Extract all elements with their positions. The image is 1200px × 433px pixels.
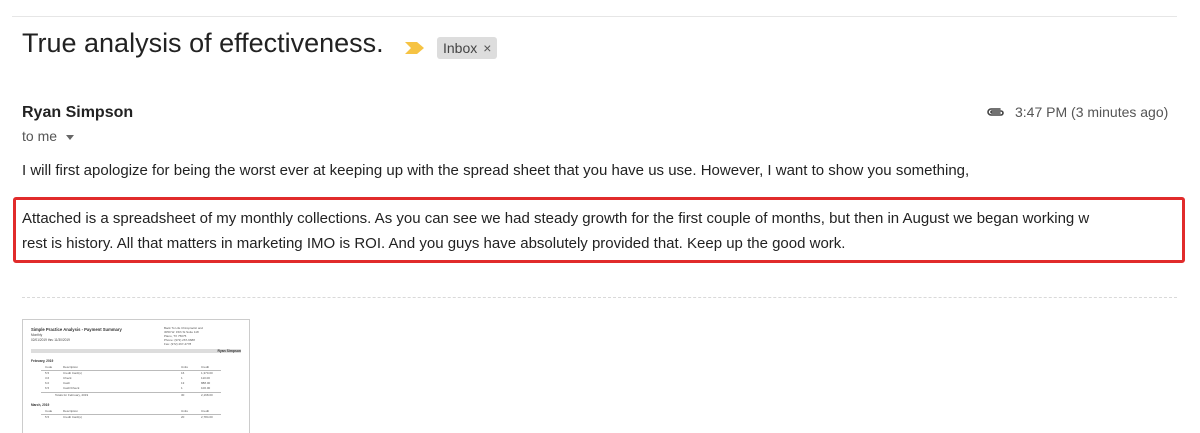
recipient-text: to me [22, 128, 58, 144]
attachment-title: Simple Practice Analysis - Payment Summa… [31, 327, 122, 332]
attachment-address-line: Fax: (972) 267-4778 [164, 342, 192, 346]
header-divider [12, 16, 1177, 17]
message-paragraph: Attached is a spreadsheet of my monthly … [22, 210, 1090, 227]
timestamp: 3:47 PM (3 minutes ago) [1015, 104, 1169, 120]
attachment-owner: Ryan Simpson [217, 349, 241, 353]
attachment-divider [22, 297, 1177, 298]
message-meta: 3:47 PM (3 minutes ago) [985, 104, 1168, 120]
email-subject: True analysis of effectiveness. [22, 28, 384, 58]
attachment-thumbnail[interactable]: Simple Practice Analysis - Payment Summa… [22, 319, 250, 433]
attachment-month: February, 2019 [31, 359, 54, 363]
message-paragraph: rest is history. All that matters in mar… [22, 235, 846, 252]
label-chip-text: Inbox [443, 40, 478, 56]
close-icon[interactable]: × [483, 40, 491, 56]
attachment-range: 02/01/2019 thru 11/30/2019 [31, 338, 70, 342]
attachment-period: Monthly [31, 333, 43, 337]
importance-marker-icon[interactable] [403, 40, 427, 56]
attachment-header-bar [31, 349, 241, 353]
message-paragraph: I will first apologize for being the wor… [22, 162, 970, 179]
chevron-down-icon[interactable] [66, 134, 75, 140]
label-chip-inbox: Inbox × [437, 37, 498, 59]
highlight-annotation [13, 197, 1185, 263]
sender-name[interactable]: Ryan Simpson [22, 104, 133, 122]
paperclip-icon [987, 108, 1004, 116]
recipient-line: to me [22, 128, 75, 144]
attachment-month: March, 2019 [31, 403, 50, 407]
